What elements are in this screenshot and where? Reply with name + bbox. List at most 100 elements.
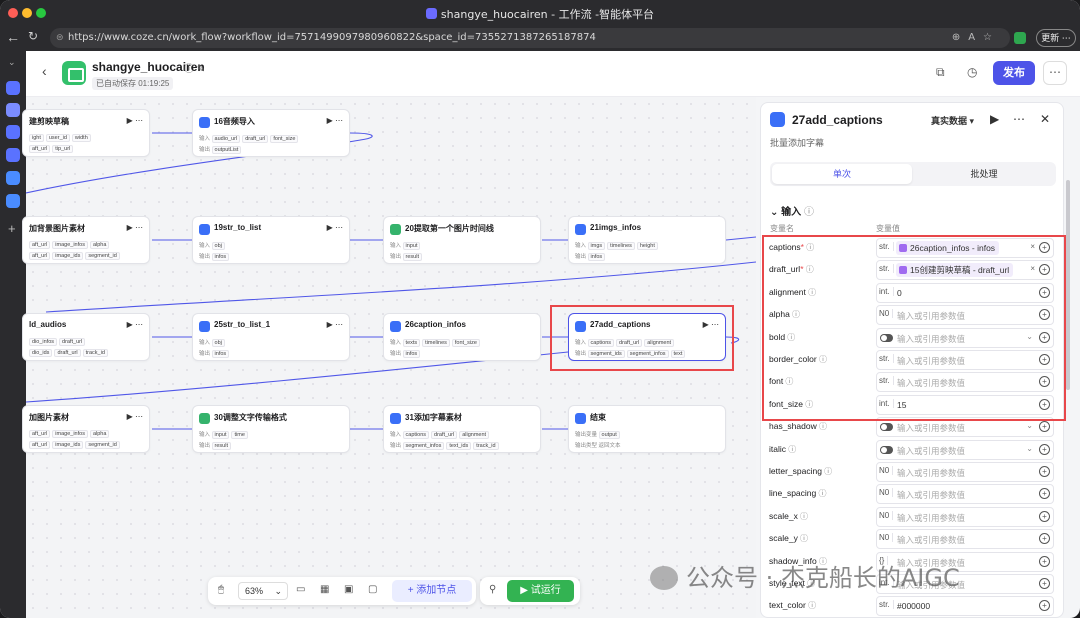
param-type-badge[interactable]: str. bbox=[879, 600, 894, 610]
chevron-down-icon[interactable]: ⌄ bbox=[1026, 444, 1033, 453]
panel-scrollbar[interactable] bbox=[1066, 180, 1070, 390]
real-data-dropdown[interactable]: 真实数据 ▾ bbox=[931, 114, 974, 127]
workflow-node-end[interactable]: 结束 输出变量 output 输出类型 返回文本 bbox=[568, 405, 726, 453]
site-info-icon[interactable]: ⊜ bbox=[56, 28, 64, 48]
workflow-node[interactable]: 19str_to_list ▶ ⋯ 输入 obj 输出 infos bbox=[192, 216, 350, 264]
add-reference-icon[interactable]: + bbox=[1039, 488, 1050, 500]
add-node-button[interactable]: + 添加节点 bbox=[392, 580, 472, 602]
workflow-node[interactable]: 20提取第一个图片时间线 输入 input 输出 result bbox=[383, 216, 541, 264]
rail-chart-icon[interactable] bbox=[6, 171, 20, 185]
param-row-italic: italic ⓘ 输入或引用参数值 ⌄ + bbox=[761, 439, 1063, 461]
param-value-input[interactable]: N0 输入或引用参数值 + bbox=[876, 484, 1054, 505]
node-run-icon[interactable]: ▶ ⋯ bbox=[127, 320, 143, 329]
workflow-node[interactable]: 31添加字幕素材 输入 captions draft_url alignment 输… bbox=[383, 405, 541, 453]
node-chip: obj bbox=[211, 339, 225, 347]
test-run-button[interactable]: ▶ 试运行 bbox=[507, 580, 574, 602]
more-options-button[interactable]: ⋯ bbox=[1043, 61, 1067, 85]
param-type-badge[interactable]: N0 bbox=[879, 488, 894, 498]
update-button[interactable]: 更新 ⋯ bbox=[1036, 29, 1076, 47]
add-reference-icon[interactable]: + bbox=[1039, 466, 1050, 477]
tab-batch[interactable]: 批处理 bbox=[914, 164, 1054, 184]
workflow-node[interactable]: 30调整文字传输格式 输入 input time 输出 result bbox=[192, 405, 350, 453]
param-value-input[interactable]: N0 输入或引用参数值 + bbox=[876, 462, 1054, 482]
add-reference-icon[interactable]: + bbox=[1039, 443, 1050, 455]
history-icon[interactable]: ◷ bbox=[967, 65, 977, 79]
node-run-icon[interactable]: ▶ ⋯ bbox=[127, 223, 143, 232]
node-run-icon[interactable]: ▶ ⋯ bbox=[127, 116, 143, 125]
param-type-badge[interactable]: N0 bbox=[879, 533, 894, 543]
node-run-icon[interactable]: ▶ ⋯ bbox=[327, 116, 343, 125]
url-input[interactable]: ⊜ https://www.coze.cn/work_flow?workflow… bbox=[50, 28, 1010, 48]
param-row-letter-spacing: letter_spacing ⓘ N0 输入或引用参数值 + bbox=[761, 461, 1063, 483]
workflow-node[interactable]: 加背景图片素材 ▶ ⋯ aft_url image_infos alpha aft_u… bbox=[22, 216, 150, 264]
rail-app-icon[interactable] bbox=[6, 103, 20, 117]
workflow-node[interactable]: 21imgs_infos 输入 imgs timelines height 输出 i… bbox=[568, 216, 726, 264]
rail-app-icon[interactable] bbox=[6, 81, 20, 95]
add-reference-icon[interactable]: + bbox=[1039, 600, 1050, 612]
add-reference-icon[interactable]: + bbox=[1039, 510, 1050, 522]
node-chip: image_ids bbox=[52, 441, 84, 449]
mouse-icon[interactable]: 🖱︎ bbox=[218, 584, 224, 595]
tab-single[interactable]: 单次 bbox=[772, 164, 912, 184]
workflow-node[interactable]: 加图片素材 ▶ ⋯ aft_url image_infos alpha aft_url… bbox=[22, 405, 150, 453]
param-type-badge[interactable]: N0 bbox=[879, 510, 894, 520]
add-reference-icon[interactable]: + bbox=[1039, 578, 1050, 589]
add-reference-icon[interactable]: + bbox=[1039, 533, 1050, 545]
layout-icon[interactable]: ▦ bbox=[320, 584, 329, 595]
browser-back-icon[interactable]: ← bbox=[6, 29, 20, 45]
add-reference-icon[interactable]: + bbox=[1039, 421, 1050, 433]
close-icon[interactable]: ✕ bbox=[1040, 112, 1050, 126]
chevron-down-icon[interactable]: ⌄ bbox=[8, 57, 16, 68]
param-value-input[interactable]: 输入或引用参数值 ⌄ + bbox=[876, 439, 1054, 460]
node-chip: infos bbox=[402, 350, 421, 358]
toggle-switch[interactable] bbox=[880, 445, 893, 454]
debug-icon[interactable]: ⚲ bbox=[489, 584, 496, 595]
param-value-text: 输入或引用参数值 bbox=[897, 535, 966, 546]
toggle-switch[interactable] bbox=[880, 423, 893, 432]
more-icon[interactable]: ⋯ bbox=[1013, 112, 1025, 126]
reload-icon[interactable]: ↻ bbox=[28, 29, 38, 43]
input-section-title[interactable]: ⌄ 输入 ⓘ bbox=[770, 203, 814, 218]
rail-chart-icon[interactable] bbox=[6, 194, 20, 208]
node-run-icon[interactable]: ▶ ⋯ bbox=[327, 320, 343, 329]
node-title: 建剪映草稿 bbox=[29, 117, 69, 126]
note-icon[interactable]: ▢ bbox=[368, 584, 377, 595]
comment-icon[interactable]: ▭ bbox=[296, 584, 305, 595]
add-icon[interactable]: + bbox=[8, 221, 16, 236]
canvas-toolbar: 🖱︎ 63% ⌄ ▭ ▦ ▣ ▢ + 添加节点 bbox=[208, 577, 476, 605]
node-title: 30调整文字传输格式 bbox=[214, 413, 287, 422]
node-run-icon[interactable]: ▶ ⋯ bbox=[327, 223, 343, 232]
zoom-select[interactable]: 63% ⌄ bbox=[238, 582, 288, 600]
extension-icon[interactable] bbox=[1014, 32, 1026, 44]
url-bar-icons[interactable]: ⊕A☆ bbox=[952, 28, 1000, 48]
publish-button[interactable]: 发布 bbox=[993, 61, 1035, 85]
rail-app-icon[interactable] bbox=[6, 148, 20, 162]
node-chip: image_ids bbox=[52, 252, 84, 260]
workflow-node[interactable]: 26caption_infos 输入 texts timelines font_si… bbox=[383, 313, 541, 361]
play-icon[interactable]: ▶ bbox=[990, 112, 999, 126]
node-row-label: 输入 bbox=[199, 243, 211, 249]
workflow-node[interactable]: 16音频导入 ▶ ⋯ 输入 audio_url draft_url font_size… bbox=[192, 109, 350, 157]
workflow-node[interactable]: 25str_to_list_1 ▶ ⋯ 输入 obj 输出 infos bbox=[192, 313, 350, 361]
add-reference-icon[interactable]: + bbox=[1039, 555, 1050, 567]
node-run-icon[interactable]: ▶ ⋯ bbox=[127, 412, 143, 421]
param-name: line_spacing ⓘ bbox=[769, 488, 827, 499]
param-value-input[interactable]: str. #000000 + bbox=[876, 596, 1054, 617]
back-icon[interactable]: ‹ bbox=[42, 63, 47, 79]
chevron-down-icon[interactable]: ⌄ bbox=[1026, 421, 1033, 430]
plugin-icon bbox=[770, 112, 785, 127]
param-value-input[interactable]: N0 输入或引用参数值 + bbox=[876, 506, 1054, 527]
edit-icon[interactable]: ⓘ ✎ bbox=[184, 60, 205, 75]
workflow-node[interactable]: ld_audios ▶ ⋯ dio_infos draft_url dio_ids d… bbox=[22, 313, 150, 361]
rail-app-icon[interactable] bbox=[6, 125, 20, 139]
title-bar: shangye_huocairen - 工作流 -智能体平台 bbox=[0, 0, 1080, 26]
param-name-text: has_shadow bbox=[769, 421, 817, 432]
param-type-badge[interactable]: N0 bbox=[879, 466, 894, 475]
workflow-node[interactable]: 建剪映草稿 ▶ ⋯ ight user_id width aft_url tip_url bbox=[22, 109, 150, 157]
minimap-icon[interactable]: ▣ bbox=[344, 584, 353, 595]
workflow-canvas[interactable]: 建剪映草稿 ▶ ⋯ ight user_id width aft_url tip_url… bbox=[22, 97, 756, 618]
param-value-input[interactable]: N0 输入或引用参数值 + bbox=[876, 529, 1054, 550]
node-title: 16音频导入 bbox=[214, 117, 255, 126]
copy-icon[interactable]: ⧉ bbox=[936, 65, 945, 80]
node-chip: text_ids bbox=[446, 442, 472, 450]
